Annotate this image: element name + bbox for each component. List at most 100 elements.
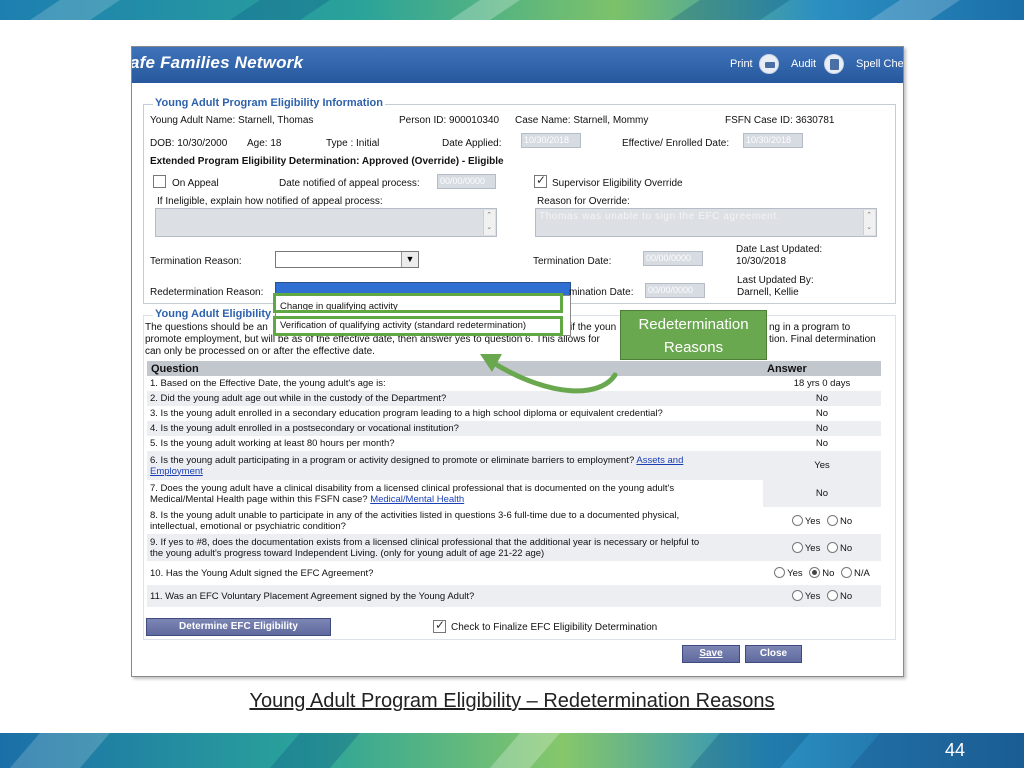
question-text: 11. Was an EFC Voluntary Placement Agree…	[147, 585, 763, 607]
ineligible-explain-textarea[interactable]: ⌃ ⌄	[155, 208, 497, 237]
determine-efc-eligibility-button[interactable]: Determine EFC Eligibility	[146, 618, 331, 636]
answer-value: No	[763, 391, 881, 406]
question-text: 3. Is the young adult enrolled in a seco…	[147, 406, 763, 421]
audit-document-icon[interactable]	[824, 54, 844, 74]
finalize-label: Check to Finalize EFC Eligibility Determ…	[451, 622, 658, 633]
radio-yes[interactable]	[791, 590, 803, 601]
termination-date-field[interactable]: 00/00/0000	[643, 251, 703, 266]
question-cell: 7. Does the young adult have a clinical …	[147, 480, 763, 507]
termination-date-label: Termination Date:	[533, 256, 612, 267]
radio-yes[interactable]	[774, 567, 786, 578]
radio-no-label: No	[839, 591, 853, 602]
radio-na-label: N/A	[854, 568, 870, 579]
callout-arrow-icon	[480, 354, 618, 394]
intro-text-line-2b: tion. Final determination	[769, 334, 876, 345]
table-row: 3. Is the young adult enrolled in a seco…	[147, 406, 881, 421]
fsfn-case-id: FSFN Case ID: 3630781	[725, 115, 835, 126]
audit-link[interactable]: Audit	[791, 58, 816, 70]
top-decorative-band	[0, 0, 1024, 20]
question-text: 1. Based on the Effective Date, the youn…	[147, 376, 763, 391]
date-applied-label: Date Applied:	[442, 138, 502, 149]
redetermination-date-field[interactable]: 00/00/0000	[645, 283, 705, 298]
date-notified-label: Date notified of appeal process:	[279, 178, 420, 189]
question-text-cont: Medical/Mental Health page within this F…	[150, 493, 368, 505]
page-number: 44	[944, 740, 966, 760]
intro-text-line-1b: if the youn	[570, 322, 617, 333]
print-link[interactable]: Print	[730, 58, 753, 70]
bottom-decorative-band	[0, 733, 1024, 768]
brand-title: afe Families Network	[131, 53, 304, 72]
intro-text-line-3: can only be processed on or after the ef…	[145, 346, 375, 357]
question-cell: 9. If yes to #8, does the documentation …	[147, 534, 763, 561]
radio-na[interactable]	[841, 567, 853, 578]
age: Age: 18	[247, 138, 282, 149]
slide: afe Families Network Print Audit Spell C…	[0, 0, 1024, 768]
assets-employment-link[interactable]: Assets and	[636, 455, 683, 466]
person-id: Person ID: 900010340	[399, 115, 500, 126]
termination-reason-select[interactable]: ▼	[275, 251, 419, 268]
question-text-cont: the young adult's progress toward Indepe…	[150, 547, 545, 559]
table-row: 11. Was an EFC Voluntary Placement Agree…	[147, 585, 881, 607]
table-row: 10. Has the Young Adult signed the EFC A…	[147, 561, 881, 585]
highlight-option-change	[273, 293, 563, 313]
answer-value: No	[763, 480, 881, 507]
eligibility-questions-legend: Young Adult Eligibility	[153, 308, 274, 320]
printer-icon[interactable]	[759, 54, 779, 74]
table-row: 9. If yes to #8, does the documentation …	[147, 534, 881, 561]
question-cell: 6. Is the young adult participating in a…	[147, 451, 763, 480]
radio-yes-label: Yes	[804, 542, 821, 554]
answer-radios: Yes No	[763, 507, 881, 534]
question-text: 9. If yes to #8, does the documentation …	[150, 536, 700, 548]
date-last-updated-label: Date Last Updated:	[736, 244, 823, 255]
type: Type : Initial	[326, 138, 380, 149]
effective-date-field: 10/30/2018	[743, 133, 803, 148]
textarea-scrollbar[interactable]: ⌃ ⌄	[483, 210, 495, 235]
table-row: 4. Is the young adult enrolled in a post…	[147, 421, 881, 436]
radio-no[interactable]	[826, 514, 838, 526]
spell-check-link[interactable]: Spell Che	[856, 58, 903, 70]
supervisor-override-label: Supervisor Eligibility Override	[552, 178, 683, 189]
table-row: 6. Is the young adult participating in a…	[147, 451, 881, 480]
save-button-label: Save	[699, 648, 723, 659]
save-button[interactable]: Save	[682, 645, 740, 663]
radio-yes[interactable]	[791, 541, 803, 553]
highlight-option-verification	[273, 316, 563, 336]
answer-radios: Yes No	[763, 585, 881, 607]
radio-no[interactable]	[826, 541, 838, 553]
question-column-header: Question	[147, 361, 763, 376]
override-reason-textarea: Thomas was unable to sign the EFC agreem…	[535, 208, 877, 237]
question-text-cont: intellectual, emotional or psychiatric c…	[150, 520, 346, 532]
assets-employment-link-cont[interactable]: Employment	[150, 466, 203, 477]
supervisor-override-checkbox[interactable]	[534, 173, 547, 188]
finalize-checkbox[interactable]	[433, 618, 446, 633]
radio-no-selected[interactable]	[809, 567, 821, 578]
callout-line-1: Redetermination	[638, 316, 749, 333]
answer-radios: Yes No N/A	[763, 561, 881, 585]
date-notified-field[interactable]: 00/00/0000	[437, 174, 496, 189]
dob: DOB: 10/30/2000	[150, 138, 228, 149]
last-updated-by: Darnell, Kellie	[737, 287, 799, 298]
slide-caption: Young Adult Program Eligibility – Redete…	[249, 690, 775, 712]
effective-date-label: Effective/ Enrolled Date:	[622, 138, 730, 149]
radio-no[interactable]	[826, 590, 838, 601]
date-applied-field: 10/30/2018	[521, 133, 581, 148]
app-header: afe Families Network Print Audit Spell C…	[131, 47, 903, 83]
chevron-down-icon[interactable]: ▼	[401, 252, 418, 267]
radio-no-label: No	[839, 515, 853, 527]
case-name: Case Name: Starnell, Mommy	[515, 115, 649, 126]
question-cell: 8. Is the young adult unable to particip…	[147, 507, 763, 534]
intro-text-line-1c: ng in a program to	[769, 322, 851, 333]
question-text: 7. Does the young adult have a clinical …	[150, 482, 675, 494]
close-button[interactable]: Close	[745, 645, 802, 663]
answer-value: No	[763, 421, 881, 436]
answer-value: No	[763, 406, 881, 421]
on-appeal-label: On Appeal	[172, 178, 219, 189]
textarea-scrollbar[interactable]: ⌃ ⌄	[863, 210, 875, 235]
radio-yes[interactable]	[791, 514, 803, 526]
question-text: 6. Is the young adult participating in a…	[150, 454, 635, 466]
medical-mental-health-link[interactable]: Medical/Mental Health	[370, 494, 464, 505]
on-appeal-checkbox[interactable]	[153, 175, 166, 188]
redetermination-date-label: mination Date:	[569, 287, 634, 298]
answer-value: No	[763, 436, 881, 451]
callout-line-2: Reasons	[663, 339, 724, 356]
